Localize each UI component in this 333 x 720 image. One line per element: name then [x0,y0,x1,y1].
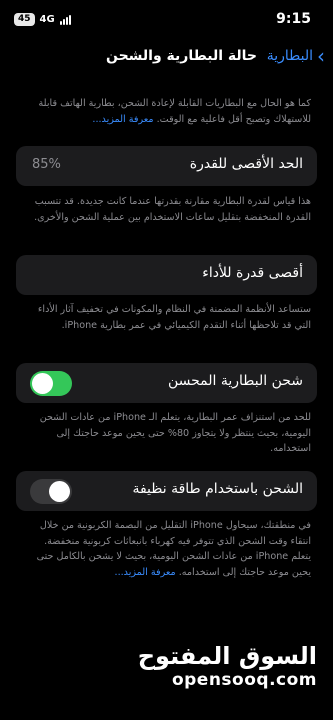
peak-performance-description: ستساعد الأنظمة المضمنة في النظام والمكون… [37,304,311,331]
opensooq-watermark: السوق المفتوح opensooq.com [138,642,317,690]
watermark-arabic: السوق المفتوح [137,642,317,670]
optimized-charging-toggle[interactable] [30,371,72,396]
status-bar: 45 4G 9:15 [0,0,333,40]
max-capacity-label: الحد الأقصى للقدرة [189,156,303,172]
chevron-right-icon: › [317,44,325,68]
status-left: 45 4G [14,13,71,26]
toggle-knob [49,481,70,502]
clean-energy-description: في منطقتك، سيحاول iPhone التقليل من البص… [22,518,311,580]
status-time: 9:15 [276,11,311,27]
clean-energy-row: الشحن باستخدام طاقة نظيفة [16,471,317,511]
intro-description: كما هو الحال مع البطاريات القابلة لإعادة… [22,96,311,127]
clean-energy-toggle[interactable] [30,479,72,504]
peak-performance-row[interactable]: أقصى قدرة للأداء [16,255,317,295]
back-button[interactable]: › البطارية [266,44,325,68]
max-capacity-row: الحد الأقصى للقدرة 85% [16,146,317,186]
optimized-charging-description: للحد من استنزاف عمر البطارية، يتعلم الـ … [39,412,311,454]
optimized-charging-label: شحن البطارية المحسن [167,373,303,389]
battery-indicator: 45 [14,13,35,26]
intro-text: كما هو الحال مع البطاريات القابلة لإعادة… [38,98,311,125]
signal-icon [59,14,71,25]
watermark-latin: opensooq.com [171,670,317,690]
clean-energy-learn-more-link[interactable]: معرفة المزيد... [115,567,176,578]
max-capacity-value: 85% [32,157,61,172]
toggle-knob [32,373,53,394]
optimized-charging-row: شحن البطارية المحسن [16,363,317,403]
max-capacity-description: هذا قياس لقدرة البطارية مقارنة بقدرتها ع… [34,196,311,223]
learn-more-link[interactable]: معرفة المزيد... [92,114,153,125]
network-label: 4G [39,14,55,25]
nav-bar: حالة البطارية والشحن › البطارية [0,44,333,72]
back-label: البطارية [266,48,313,64]
peak-performance-label: أقصى قدرة للأداء [202,265,303,281]
clean-energy-label: الشحن باستخدام طاقة نظيفة [132,481,303,497]
